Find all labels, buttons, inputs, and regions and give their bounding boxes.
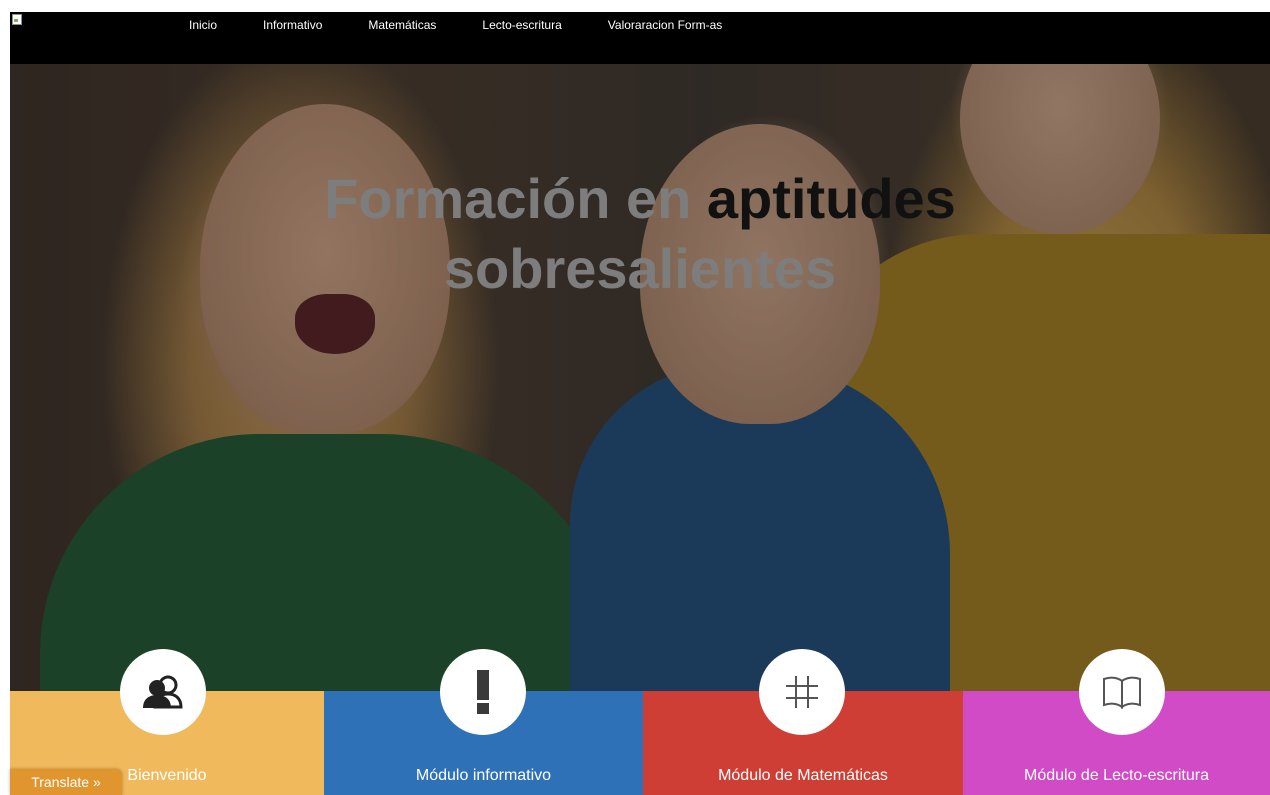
nav-item-informativo[interactable]: Informativo	[240, 18, 345, 32]
tile-informativo-label: Módulo informativo	[415, 767, 552, 784]
tile-modulo-lecto-escritura[interactable]: Módulo de Lecto-escritura	[963, 649, 1270, 795]
hero-title: Formación en aptitudes sobresalientes	[10, 164, 1270, 304]
hero-title-part3: sobresalientes	[443, 237, 837, 300]
nav-item-inicio[interactable]: Inicio	[189, 18, 240, 32]
tile-matematicas-label: Módulo de Matemáticas	[718, 767, 888, 784]
tile-lecto-label: Módulo de Lecto-escritura	[1024, 767, 1209, 784]
module-tiles: Bienvenido Módulo informativo Módulo de …	[10, 649, 1270, 795]
broken-image-icon[interactable]	[12, 14, 22, 25]
nav-item-matematicas[interactable]: Matemáticas	[345, 18, 459, 32]
top-navbar: Inicio Informativo Matemáticas Lecto-esc…	[10, 12, 1270, 64]
hero-banner: Formación en aptitudes sobresalientes	[10, 64, 1270, 691]
tile-modulo-matematicas[interactable]: Módulo de Matemáticas	[643, 649, 963, 795]
nav-item-lecto-escritura[interactable]: Lecto-escritura	[459, 18, 584, 32]
hero-overlay	[10, 64, 1270, 691]
tile-lecto-circle	[1079, 649, 1165, 735]
hero-title-highlight: aptitudes	[706, 167, 956, 230]
translate-button[interactable]: Translate »	[10, 769, 122, 795]
book-icon	[1103, 676, 1141, 709]
tile-matematicas-circle	[759, 649, 845, 735]
nav-item-valoracion[interactable]: Valoraracion Form-as	[585, 18, 745, 32]
tile-informativo-circle	[440, 649, 526, 735]
users-icon	[143, 675, 183, 709]
page: Formación en aptitudes sobresalientes Ini…	[0, 0, 1270, 795]
hero-title-part1: Formación en	[324, 167, 707, 230]
tile-modulo-informativo[interactable]: Módulo informativo	[324, 649, 643, 795]
exclamation-icon	[477, 670, 489, 714]
main-menu: Inicio Informativo Matemáticas Lecto-esc…	[189, 12, 745, 38]
tile-bienvenido-circle	[120, 649, 206, 735]
hash-icon	[786, 676, 818, 708]
